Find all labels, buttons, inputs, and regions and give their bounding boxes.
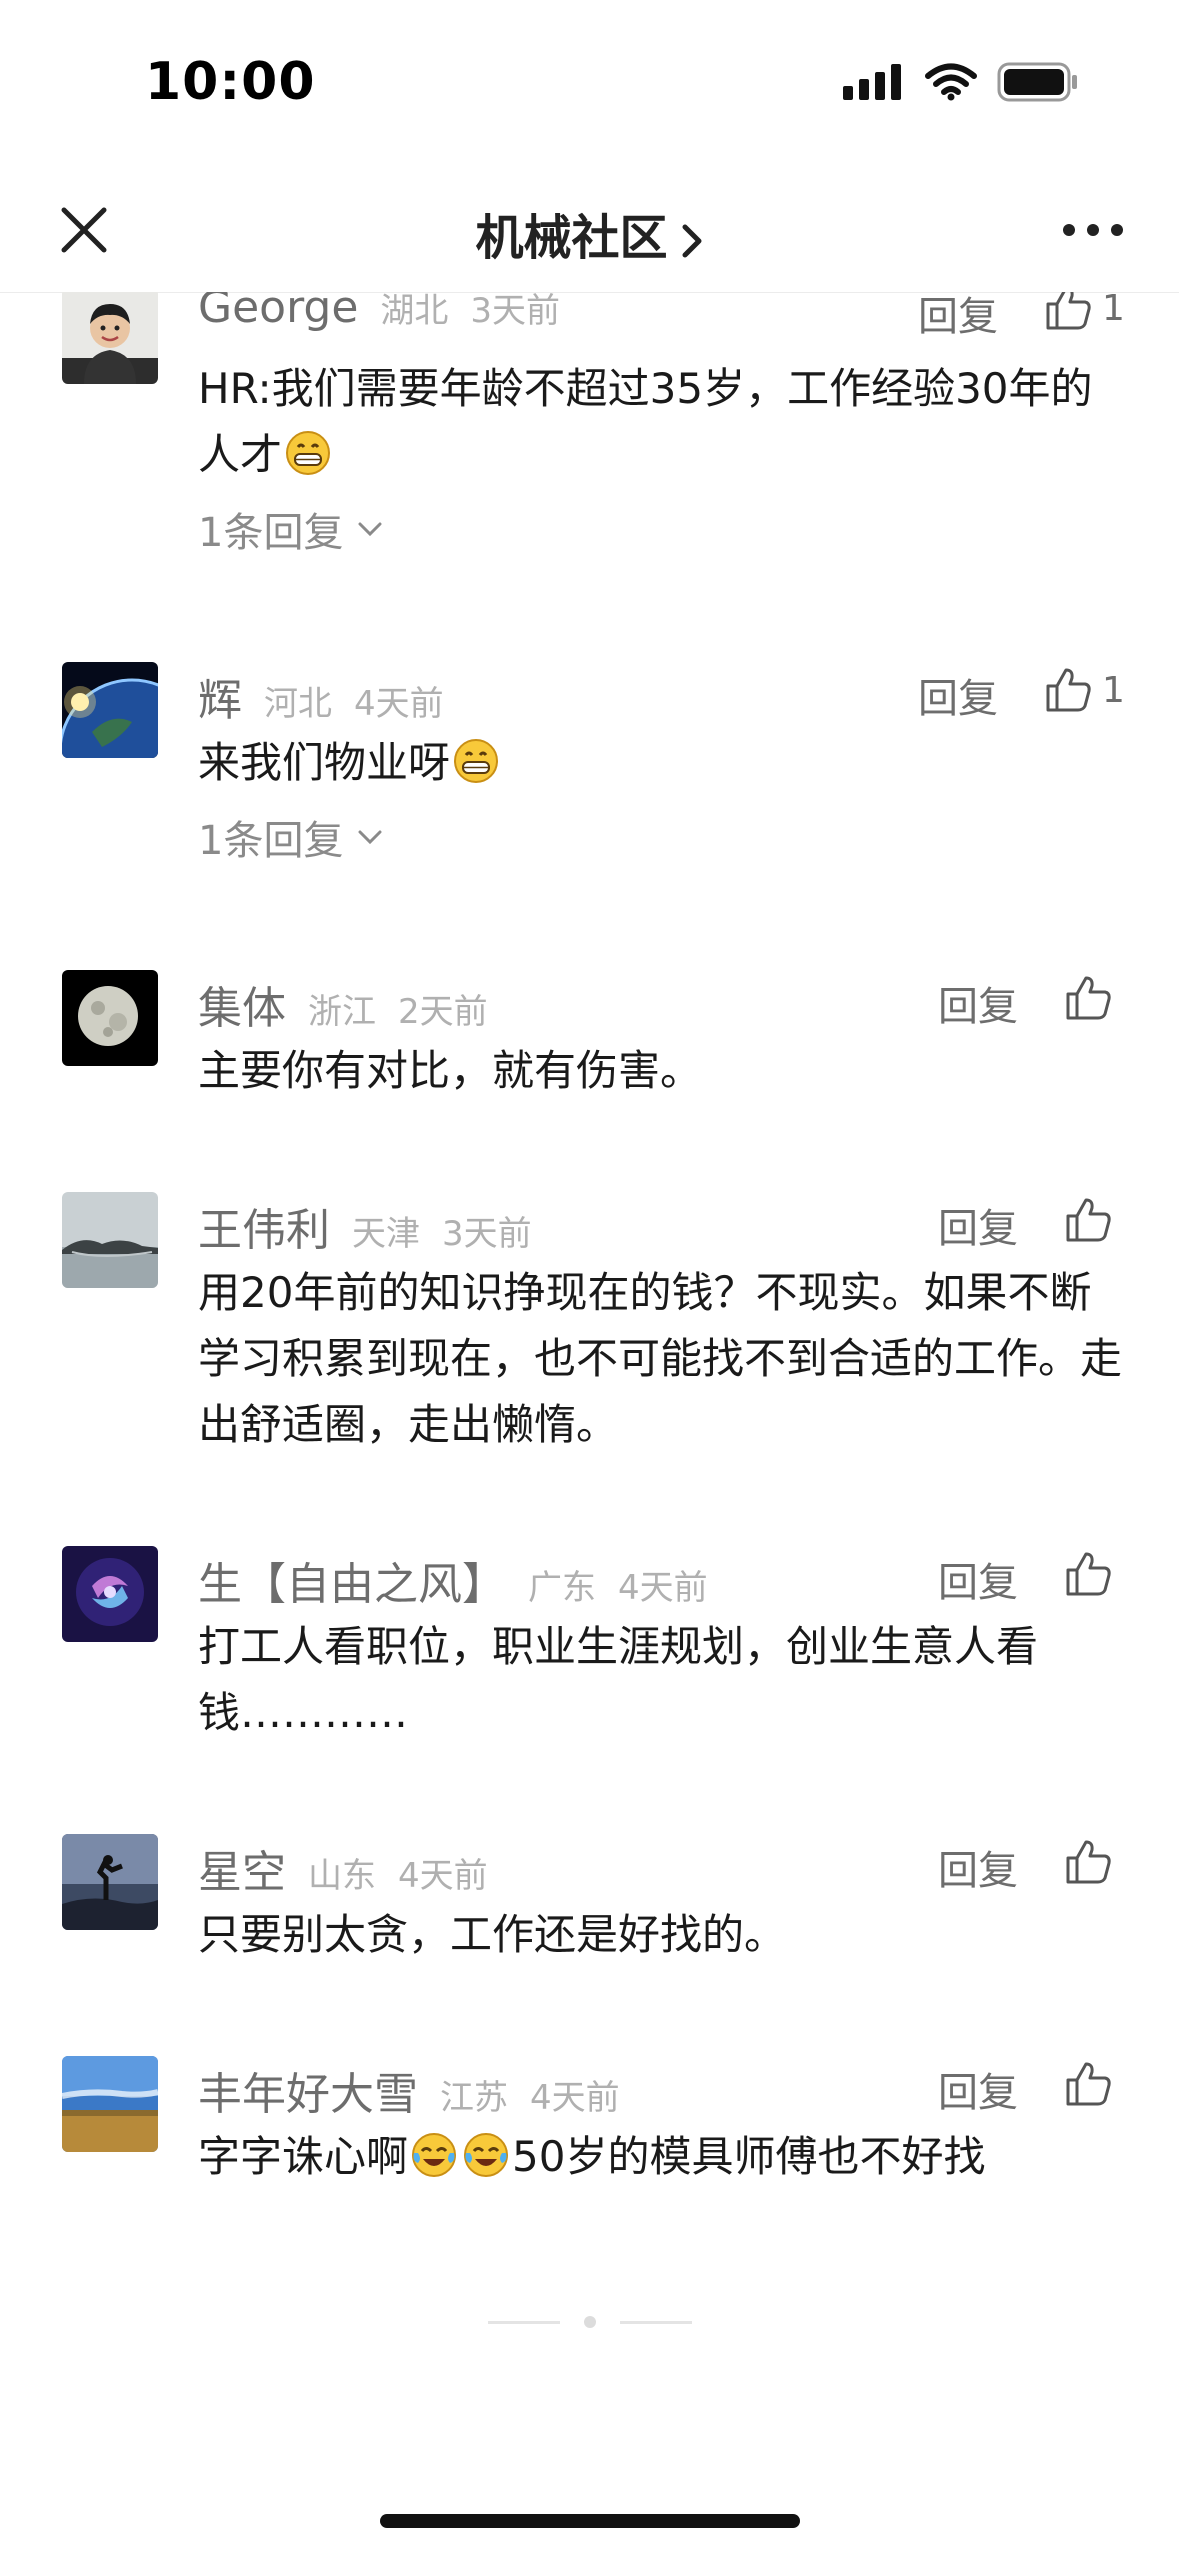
username[interactable]: 星空 [198,1836,286,1900]
chevron-down-icon [358,522,382,537]
like-button[interactable] [1064,1838,1112,1886]
username[interactable]: 丰年好大雪 [198,2058,418,2122]
comment-meta: George 湖北 3天前 [198,292,560,342]
nav-bar: 机械社区 [0,170,1179,293]
avatar[interactable] [62,970,158,1066]
timestamp: 4天前 [618,1568,708,1608]
reply-button[interactable]: 回复 [918,292,998,342]
crying-laughing-emoji [412,2133,457,2177]
like-button[interactable] [1064,1196,1112,1244]
reply-button[interactable]: 回复 [938,1196,1018,1254]
cellular-signal-icon [843,64,901,100]
comment-meta: 辉 河北 4天前 [198,664,444,726]
timestamp: 3天前 [470,292,561,331]
thumbs-up-icon [1066,1840,1111,1884]
comment-text-part: HR:我们需要年龄不超过35岁，工作经验30年的人才 [198,364,1093,479]
timestamp: 4天前 [354,684,444,724]
crying-laughing-emoji [464,2133,509,2177]
timestamp: 2天前 [398,992,488,1032]
comment-list: George 湖北 3天前 回复 1 HR:我们需要年龄不超过35岁，工作经验3… [0,292,1179,2292]
battery-icon [997,62,1077,102]
timestamp: 4天前 [530,2078,620,2118]
avatar[interactable] [62,1834,158,1930]
reply-button[interactable]: 回复 [938,2060,1018,2118]
status-time: 10:00 [145,52,316,112]
username[interactable]: 生【自由之风】 [198,1548,506,1612]
page-title[interactable]: 机械社区 [0,198,1179,268]
thumbs-up-icon [1066,976,1111,1020]
comment-text: 主要你有对比，就有伤害。 [198,1046,703,1095]
like-button[interactable]: 1 [1044,292,1125,332]
username[interactable]: George [198,292,358,333]
timestamp: 4天前 [398,1856,488,1896]
location: 江苏 [440,2078,508,2118]
comment-text-part: 字字诛心啊 [198,2132,409,2181]
thumbs-up-icon [1066,1198,1111,1242]
page-indicator [488,2316,692,2328]
replies-count: 1条回复 [198,510,344,556]
status-bar: 10:00 [0,0,1179,170]
grinning-emoji [454,739,499,783]
page-title-text: 机械社区 [475,210,668,266]
timestamp: 3天前 [442,1214,532,1254]
thumbs-up-icon [1066,2062,1111,2106]
like-button[interactable]: 1 [1044,666,1125,714]
comment-text-part: 来我们物业呀 [198,738,451,787]
expand-replies-button[interactable]: 1条回复 [198,500,383,558]
replies-count: 1条回复 [198,818,344,864]
reply-button[interactable]: 回复 [938,974,1018,1032]
more-icon[interactable] [1063,224,1123,236]
reply-button[interactable]: 回复 [938,1838,1018,1896]
thumbs-up-icon [1066,1552,1111,1596]
comment-meta: 星空 山东 4天前 [198,1836,488,1898]
chevron-right-icon [682,224,701,258]
comment-meta: 集体 浙江 2天前 [198,972,488,1034]
expand-replies-button[interactable]: 1条回复 [198,808,383,866]
avatar[interactable] [62,292,158,384]
like-count: 1 [1102,669,1125,711]
comment-text: 字字诛心啊 50岁的模具师傅也不好找 [198,2124,1128,2190]
avatar[interactable] [62,1192,158,1288]
location: 广东 [528,1568,596,1608]
like-button[interactable] [1064,974,1112,1022]
like-count: 1 [1102,292,1125,329]
home-indicator[interactable] [380,2514,800,2528]
avatar[interactable] [62,1546,158,1642]
location: 浙江 [308,992,376,1032]
thumbs-up-icon [1046,292,1091,330]
comment-meta: 王伟利 天津 3天前 [198,1194,532,1256]
comment-text: HR:我们需要年龄不超过35岁，工作经验30年的人才 [198,356,1128,488]
wifi-icon [925,63,977,101]
comment-text: 只要别太贪，工作还是好找的。 [198,1910,787,1959]
comment-text: 用20年前的知识挣现在的钱？不现实。如果不断学习积累到现在，也不可能找不到合适的… [198,1268,1123,1449]
location: 天津 [352,1214,420,1254]
reply-button[interactable]: 回复 [918,666,998,724]
comment-text: 打工人看职位，职业生涯规划，创业生意人看钱………… [198,1622,1039,1737]
thumbs-up-icon [1046,668,1091,712]
comment-text-part: 50岁的模具师傅也不好找 [512,2132,986,2181]
like-button[interactable] [1064,1550,1112,1598]
reply-button[interactable]: 回复 [938,1550,1018,1608]
avatar[interactable] [62,2056,158,2152]
location: 河北 [264,684,332,724]
username[interactable]: 辉 [198,664,242,728]
comment-meta: 丰年好大雪 江苏 4天前 [198,2058,620,2120]
comment-text: 来我们物业呀 [198,730,1128,796]
location: 山东 [308,1856,376,1896]
comment-meta: 生【自由之风】 广东 4天前 [198,1548,708,1610]
avatar[interactable] [62,662,158,758]
location: 湖北 [380,292,449,331]
username[interactable]: 王伟利 [198,1194,330,1258]
like-button[interactable] [1064,2060,1112,2108]
status-icons [843,62,1079,102]
grinning-emoji [286,431,331,475]
chevron-down-icon [358,830,382,845]
username[interactable]: 集体 [198,972,286,1036]
